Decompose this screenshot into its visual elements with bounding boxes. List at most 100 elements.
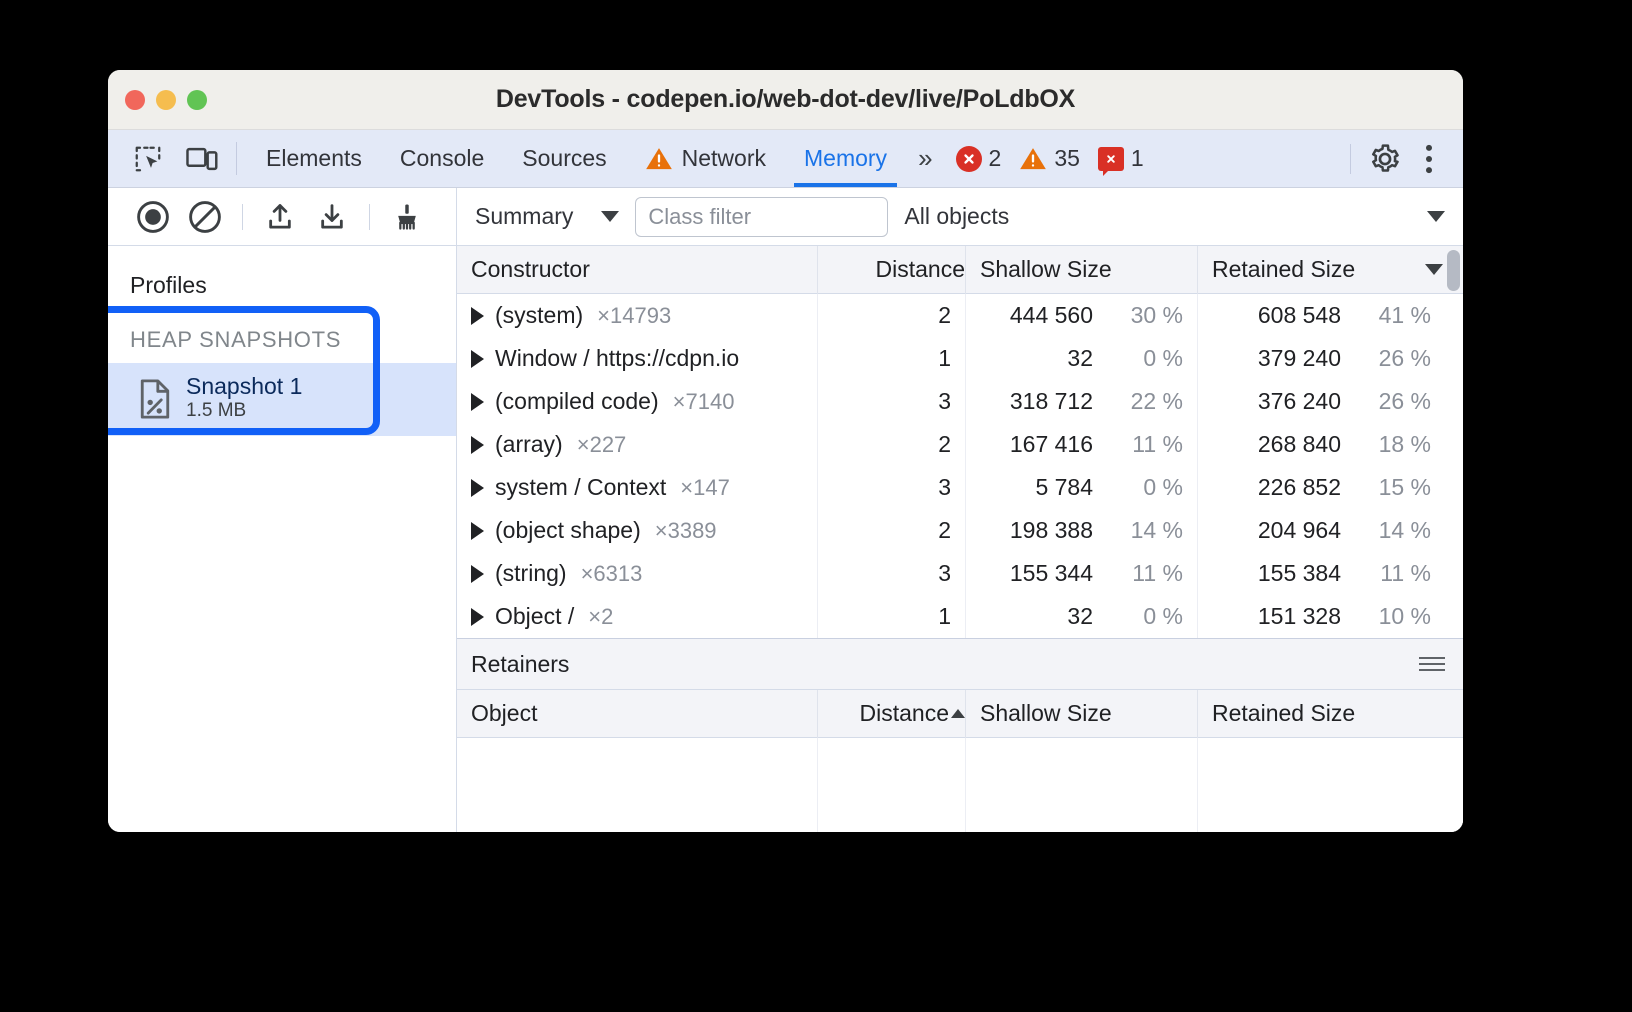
retainers-col-object	[457, 738, 818, 832]
expand-triangle-icon[interactable]	[471, 479, 484, 497]
retainers-column-header-retained-size[interactable]: Retained Size	[1198, 690, 1463, 738]
tab-sources-label: Sources	[522, 145, 606, 172]
expand-triangle-icon[interactable]	[471, 565, 484, 583]
more-tabs-icon[interactable]: »	[906, 130, 941, 187]
tab-console[interactable]: Console	[381, 130, 503, 187]
error-icon	[956, 146, 982, 172]
hamburger-menu-icon[interactable]	[1419, 657, 1445, 671]
expand-triangle-icon[interactable]	[471, 393, 484, 411]
expand-triangle-icon[interactable]	[471, 608, 484, 626]
retained-size-value: 376 240	[1258, 388, 1341, 415]
tab-network[interactable]: Network	[626, 130, 785, 187]
table-row[interactable]: (compiled code)×71403318 71222 %376 2402…	[457, 380, 1463, 423]
class-filter-input[interactable]: Class filter	[635, 197, 888, 237]
column-header-retained-size[interactable]: Retained Size	[1198, 246, 1463, 294]
table-row[interactable]: (system)×147932444 56030 %608 54841 %	[457, 294, 1463, 337]
shallow-size-value: 198 388	[1010, 517, 1093, 544]
sort-ascending-icon	[951, 709, 965, 718]
table-row[interactable]: (object shape)×33892198 38814 %204 96414…	[457, 509, 1463, 552]
cell-shallow-size: 320 %	[966, 337, 1198, 380]
record-button[interactable]	[130, 194, 176, 240]
constructor-count: ×3389	[655, 518, 717, 544]
column-header-constructor[interactable]: Constructor	[457, 246, 818, 294]
cell-constructor: (string)×6313	[457, 552, 818, 595]
profiler-body: Profiles HEAP SNAPSHOTS Snapshot 1	[108, 246, 1463, 832]
snapshot-list-item[interactable]: Snapshot 1 1.5 MB	[108, 363, 456, 436]
constructor-name: (system)	[495, 302, 583, 329]
warning-count: 35	[1054, 145, 1080, 172]
window-title: DevTools - codepen.io/web-dot-dev/live/P…	[108, 85, 1463, 114]
tab-elements[interactable]: Elements	[247, 130, 381, 187]
table-row[interactable]: (array)×2272167 41611 %268 84018 %	[457, 423, 1463, 466]
cell-retained-size: 376 24026 %	[1198, 380, 1463, 423]
tab-network-label: Network	[682, 145, 766, 172]
panel-tabs: Elements Console Sources	[247, 130, 906, 187]
constructor-count: ×227	[577, 432, 627, 458]
grid-header-row: Constructor Distance Shallow Size Retain…	[457, 246, 1463, 294]
load-profile-button[interactable]	[257, 194, 303, 240]
retainers-col-distance	[818, 738, 966, 832]
table-row[interactable]: (string)×63133 155 344 11 %155 38411 %	[457, 552, 1463, 595]
retainers-column-header-object-label: Object	[471, 700, 537, 727]
gear-icon[interactable]	[1365, 139, 1405, 179]
issue-icon	[1098, 147, 1124, 171]
column-header-shallow-size-label: Shallow Size	[980, 256, 1112, 283]
view-select[interactable]: Summary	[475, 203, 619, 230]
constructor-name: Object /	[495, 603, 574, 630]
table-row[interactable]: Window / https://cdpn.io1320 %379 24026 …	[457, 337, 1463, 380]
retainers-column-header-object[interactable]: Object	[457, 690, 818, 738]
issue-counter[interactable]: 1	[1098, 145, 1144, 172]
profiles-sidebar: Profiles HEAP SNAPSHOTS Snapshot 1	[108, 246, 457, 832]
cell-constructor: (array)×227	[457, 423, 818, 466]
shallow-size-value: 32	[1067, 345, 1093, 372]
objects-filter-select[interactable]: All objects	[904, 203, 1445, 230]
retainers-col-shallow	[966, 738, 1198, 832]
constructor-name: (compiled code)	[495, 388, 659, 415]
expand-triangle-icon[interactable]	[471, 350, 484, 368]
expand-triangle-icon[interactable]	[471, 522, 484, 540]
cell-retained-size: 155 38411 %	[1198, 552, 1463, 595]
devtools-tabbar: Elements Console Sources	[108, 130, 1463, 188]
clear-profiles-button[interactable]	[182, 194, 228, 240]
profiler-toolbar: Summary Class filter All objects	[108, 188, 1463, 246]
expand-triangle-icon[interactable]	[471, 307, 484, 325]
retainers-column-header-shallow-size[interactable]: Shallow Size	[966, 690, 1198, 738]
expand-triangle-icon[interactable]	[471, 436, 484, 454]
profiles-title: Profiles	[108, 246, 456, 299]
column-header-distance[interactable]: Distance	[818, 246, 966, 294]
cell-shallow-size: 320 %	[966, 595, 1198, 638]
collect-garbage-icon[interactable]	[384, 194, 430, 240]
warning-icon	[1019, 146, 1047, 171]
cell-constructor: Object /×2	[457, 595, 818, 638]
constructor-name: system / Context	[495, 474, 666, 501]
retainers-column-header-distance[interactable]: Distance	[818, 690, 966, 738]
snapshot-file-icon	[138, 379, 172, 419]
constructor-name: (string)	[495, 560, 567, 587]
cell-distance: 3	[818, 466, 966, 509]
kebab-menu-icon[interactable]	[1409, 139, 1449, 179]
chevron-down-icon	[601, 211, 619, 222]
constructor-count: ×14793	[597, 303, 671, 329]
retained-size-percent: 11 %	[1355, 560, 1431, 587]
device-toolbar-icon[interactable]	[182, 139, 222, 179]
profiler-actions	[108, 188, 457, 245]
tab-memory[interactable]: Memory	[785, 130, 906, 187]
tab-sources[interactable]: Sources	[503, 130, 625, 187]
retainers-body	[457, 738, 1463, 832]
inspect-element-icon[interactable]	[128, 139, 168, 179]
shallow-size-percent: 0 %	[1107, 474, 1183, 501]
shallow-size-percent: 14 %	[1107, 517, 1183, 544]
table-row[interactable]: system / Context×14735 7840 %226 85215 %	[457, 466, 1463, 509]
retainers-column-header-shallow-size-label: Shallow Size	[980, 700, 1112, 727]
error-counter[interactable]: 2	[956, 145, 1002, 172]
grid-scrollbar[interactable]	[1447, 250, 1460, 291]
table-row[interactable]: Object /×21320 %151 32810 %	[457, 595, 1463, 638]
column-header-shallow-size[interactable]: Shallow Size	[966, 246, 1198, 294]
shallow-size-value: 155 344	[1010, 560, 1093, 587]
save-profile-button[interactable]	[309, 194, 355, 240]
retainers-header-row: Object Distance Shallow Size Retained Si…	[457, 690, 1463, 738]
cell-distance: 3	[818, 552, 966, 595]
cell-distance: 3	[818, 380, 966, 423]
warning-counter[interactable]: 35	[1019, 145, 1080, 172]
cell-retained-size: 608 54841 %	[1198, 294, 1463, 337]
